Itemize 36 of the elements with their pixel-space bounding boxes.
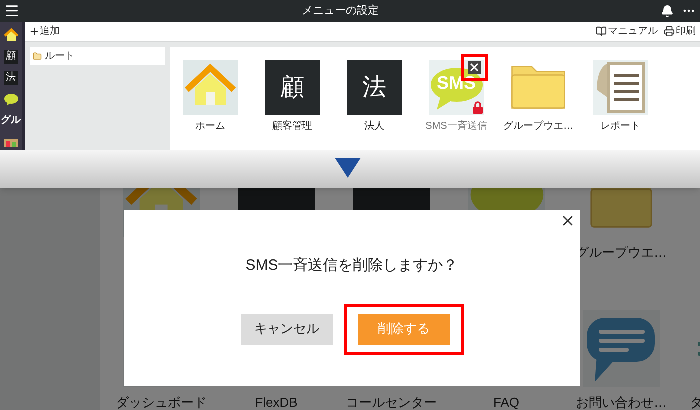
tile-label[interactable]: グループウエ… [504,119,574,134]
add-button[interactable]: 追加 [29,24,60,39]
app-tile-icon: 法 [347,60,402,115]
chat-bubble-icon [583,310,660,387]
tile-label[interactable]: 法人 [364,119,384,134]
app-tile-icon: 顧 [265,60,320,115]
tree-item[interactable]: ルート [30,47,165,65]
book-icon [596,26,607,37]
window-title: メニューの設定 [301,4,380,19]
print-button[interactable]: 印刷 [664,24,696,39]
sidebar-item[interactable]: 法 [4,71,18,86]
down-arrow-icon [335,158,361,178]
folder-icon [590,188,652,228]
house-icon [183,60,238,115]
plus-icon [29,26,40,37]
printer-icon [664,26,675,37]
tile-label: ダッシュボード [116,394,207,410]
tile-label: FlexDB [255,394,298,410]
report-icon [593,60,648,115]
sms-bubble-icon[interactable] [4,92,18,107]
cancel-button[interactable]: キャンセル [241,314,333,344]
sidebar-item[interactable]: 顧 [4,50,18,64]
tile-label[interactable]: ホーム [196,119,226,134]
delete-icon[interactable] [468,61,481,74]
tile-label[interactable]: レポート [600,119,640,134]
tile-label: FAQ [493,394,520,410]
tile-label[interactable]: 顧客管理 [272,119,312,134]
menu-icon[interactable] [4,3,20,19]
tile-label: お問い合わせ… [576,394,667,410]
tile-label: コールセンター [346,394,437,410]
manual-link[interactable]: マニュアル [596,24,658,39]
bell-icon[interactable] [661,4,674,18]
dialog-message: SMS一斉送信を削除しますか？ [244,256,460,276]
tile-label[interactable]: SMS一斉送信 [426,119,488,134]
home-icon[interactable] [4,28,18,42]
folder-icon [33,52,42,60]
